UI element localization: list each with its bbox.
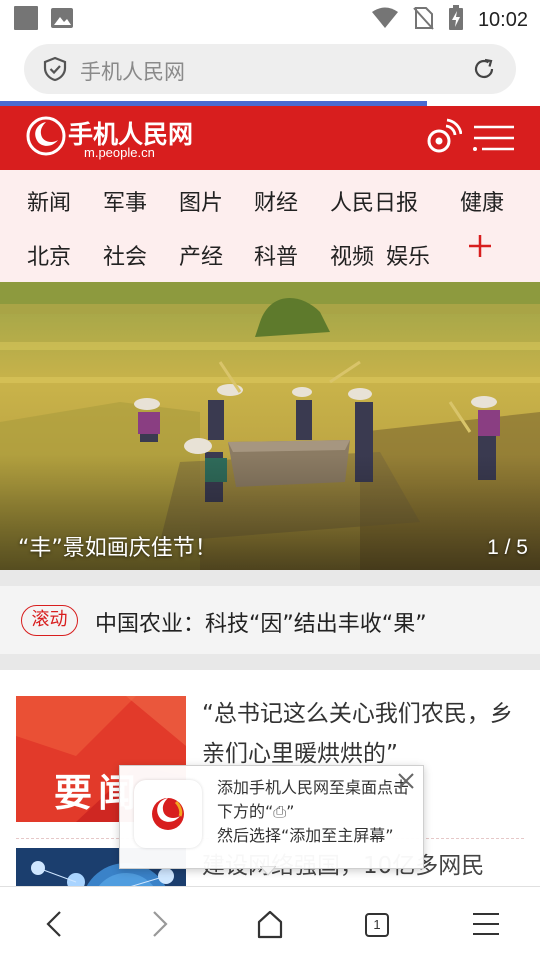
popup-line1: 添加手机人民网至桌面点击下方的“ (217, 778, 410, 821)
address-bar[interactable]: 手机人民网 (24, 44, 516, 94)
popup-line1-end: ” (286, 802, 295, 821)
security-shield-icon[interactable] (42, 56, 68, 82)
address-text[interactable]: 手机人民网 (80, 56, 185, 86)
hero-carousel[interactable] (0, 282, 540, 570)
nav-item-industry[interactable]: 产经 (179, 239, 223, 271)
nav-item-society[interactable]: 社会 (103, 239, 147, 271)
logo-swirl-icon (26, 116, 66, 156)
popup-line2: 然后选择“添加至主屏幕” (217, 826, 394, 845)
close-icon[interactable] (395, 770, 417, 792)
no-sim-icon (412, 6, 434, 34)
status-bar: 10:02 (0, 0, 540, 36)
ticker-badge: 滚动 (21, 605, 78, 636)
share-icon: ⎙ (273, 802, 287, 821)
back-icon[interactable] (36, 907, 72, 941)
forward-icon[interactable] (142, 907, 178, 941)
browser-window: 10:02 手机人民网 手机人民网 m.people.cn 新闻 军事 图片 财… (0, 0, 540, 960)
tab-count: 1 (365, 913, 389, 937)
more-channels-plus-icon[interactable] (466, 232, 494, 264)
section-divider (0, 654, 540, 670)
clock: 10:02 (477, 8, 528, 31)
home-icon[interactable] (252, 907, 288, 941)
nav-item-beijing[interactable]: 北京 (27, 239, 71, 271)
popup-pointer (260, 866, 276, 876)
notification-square-icon (14, 6, 38, 30)
nav-item-pictures[interactable]: 图片 (179, 185, 223, 217)
channel-nav: 新闻 军事 图片 财经 人民日报 健康 北京 社会 产经 科普 视频 娱乐 (0, 170, 540, 282)
tabs-button[interactable]: 1 (359, 907, 395, 941)
ticker-headline[interactable]: 中国农业：科技“因”结出丰收“果” (95, 606, 427, 638)
nav-item-video[interactable]: 视频 (330, 239, 374, 271)
nav-item-news[interactable]: 新闻 (27, 185, 71, 217)
popup-message: 添加手机人民网至桌面点击下方的“⎙” 然后选择“添加至主屏幕” (217, 776, 409, 848)
broadcast-icon[interactable] (424, 118, 463, 156)
app-logo-icon (134, 780, 202, 848)
wifi-icon (371, 7, 398, 33)
hero-caption[interactable]: “丰”景如画庆佳节！ (18, 530, 217, 562)
browser-bottom-bar: 1 (0, 886, 540, 960)
add-to-homescreen-popup: 添加手机人民网至桌面点击下方的“⎙” 然后选择“添加至主屏幕” (119, 765, 424, 869)
section-divider (0, 570, 540, 586)
hero-image-harvest (0, 282, 540, 570)
hero-slide-counter: 1 / 5 (487, 536, 528, 559)
nav-item-health[interactable]: 健康 (460, 185, 504, 217)
image-notification-icon (50, 6, 74, 30)
nav-item-entertainment[interactable]: 娱乐 (386, 239, 430, 271)
menu-icon[interactable] (472, 124, 516, 152)
menu-icon[interactable] (468, 907, 504, 941)
site-header: 手机人民网 m.people.cn (0, 106, 540, 170)
nav-item-finance[interactable]: 财经 (254, 185, 298, 217)
reload-icon[interactable] (472, 57, 496, 81)
nav-item-military[interactable]: 军事 (103, 185, 147, 217)
logo-subtext: m.people.cn (84, 145, 155, 160)
nav-item-peoples-daily[interactable]: 人民日报 (330, 185, 418, 217)
news-ticker[interactable]: 滚动 中国农业：科技“因”结出丰收“果” (0, 586, 540, 654)
address-bar-area: 手机人民网 (0, 36, 540, 102)
battery-charging-icon (448, 5, 464, 35)
nav-item-science[interactable]: 科普 (254, 239, 298, 271)
list-item-title[interactable]: “总书记这么关心我们农民，乡亲们心里暖烘烘的” (202, 694, 522, 774)
